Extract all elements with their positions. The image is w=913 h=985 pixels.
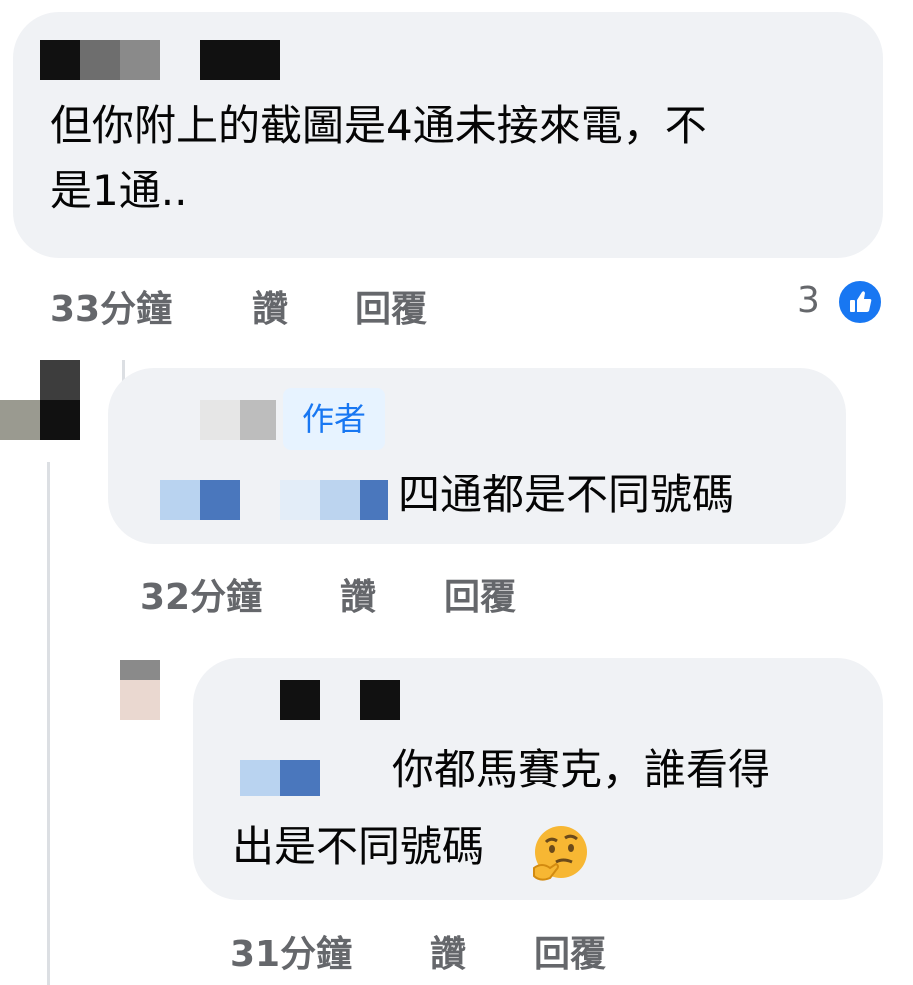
comment-text: 四通都是不同號碼 <box>398 470 735 519</box>
redacted-name-block <box>240 400 276 440</box>
reply-button[interactable]: 回覆 <box>355 280 427 332</box>
redacted-mention-block <box>160 480 200 520</box>
redacted-name-block <box>40 40 80 80</box>
reaction-count[interactable]: 3 <box>797 280 820 321</box>
redacted-name-block <box>200 40 280 80</box>
redacted-name-block <box>360 680 400 720</box>
comment-text-line2: 出是不同號碼 <box>232 822 485 871</box>
comment-meta-row: 32分鐘 讚 回覆 <box>140 568 740 618</box>
redacted-name-block <box>120 40 160 80</box>
avatar[interactable] <box>120 660 160 720</box>
reply-button[interactable]: 回覆 <box>444 568 516 620</box>
comment-meta-row: 33分鐘 讚 回覆 <box>50 280 850 330</box>
author-badge: 作者 <box>283 388 385 450</box>
thread-line-main <box>47 462 50 985</box>
redacted-name-block <box>80 40 120 80</box>
redacted-name-block <box>280 680 320 720</box>
redacted-mention-block <box>200 480 240 520</box>
comment-meta-row: 31分鐘 讚 回覆 <box>230 925 830 975</box>
thumbs-up-icon[interactable] <box>836 278 884 326</box>
comment-text-line1: 你都馬賽克，誰看得 <box>392 745 771 794</box>
redacted-mention-block <box>280 480 320 520</box>
redacted-mention-block <box>240 760 280 796</box>
timestamp: 32分鐘 <box>140 577 263 618</box>
redacted-mention-block <box>280 760 320 796</box>
timestamp: 33分鐘 <box>50 289 173 330</box>
reply-button[interactable]: 回覆 <box>534 925 606 977</box>
like-button[interactable]: 讚 <box>430 925 466 977</box>
redacted-mention-block <box>320 480 360 520</box>
like-button[interactable]: 讚 <box>340 568 376 620</box>
avatar[interactable] <box>0 360 80 440</box>
thinking-face-emoji <box>530 822 592 884</box>
redacted-mention-block <box>360 480 388 520</box>
timestamp: 31分鐘 <box>230 934 353 975</box>
redacted-name-block <box>200 400 240 440</box>
comment-text-line1: 但你附上的截圖是4通未接來電，不 <box>50 101 707 150</box>
like-button[interactable]: 讚 <box>252 280 288 332</box>
comment-text-line2: 是1通.. <box>50 166 188 215</box>
